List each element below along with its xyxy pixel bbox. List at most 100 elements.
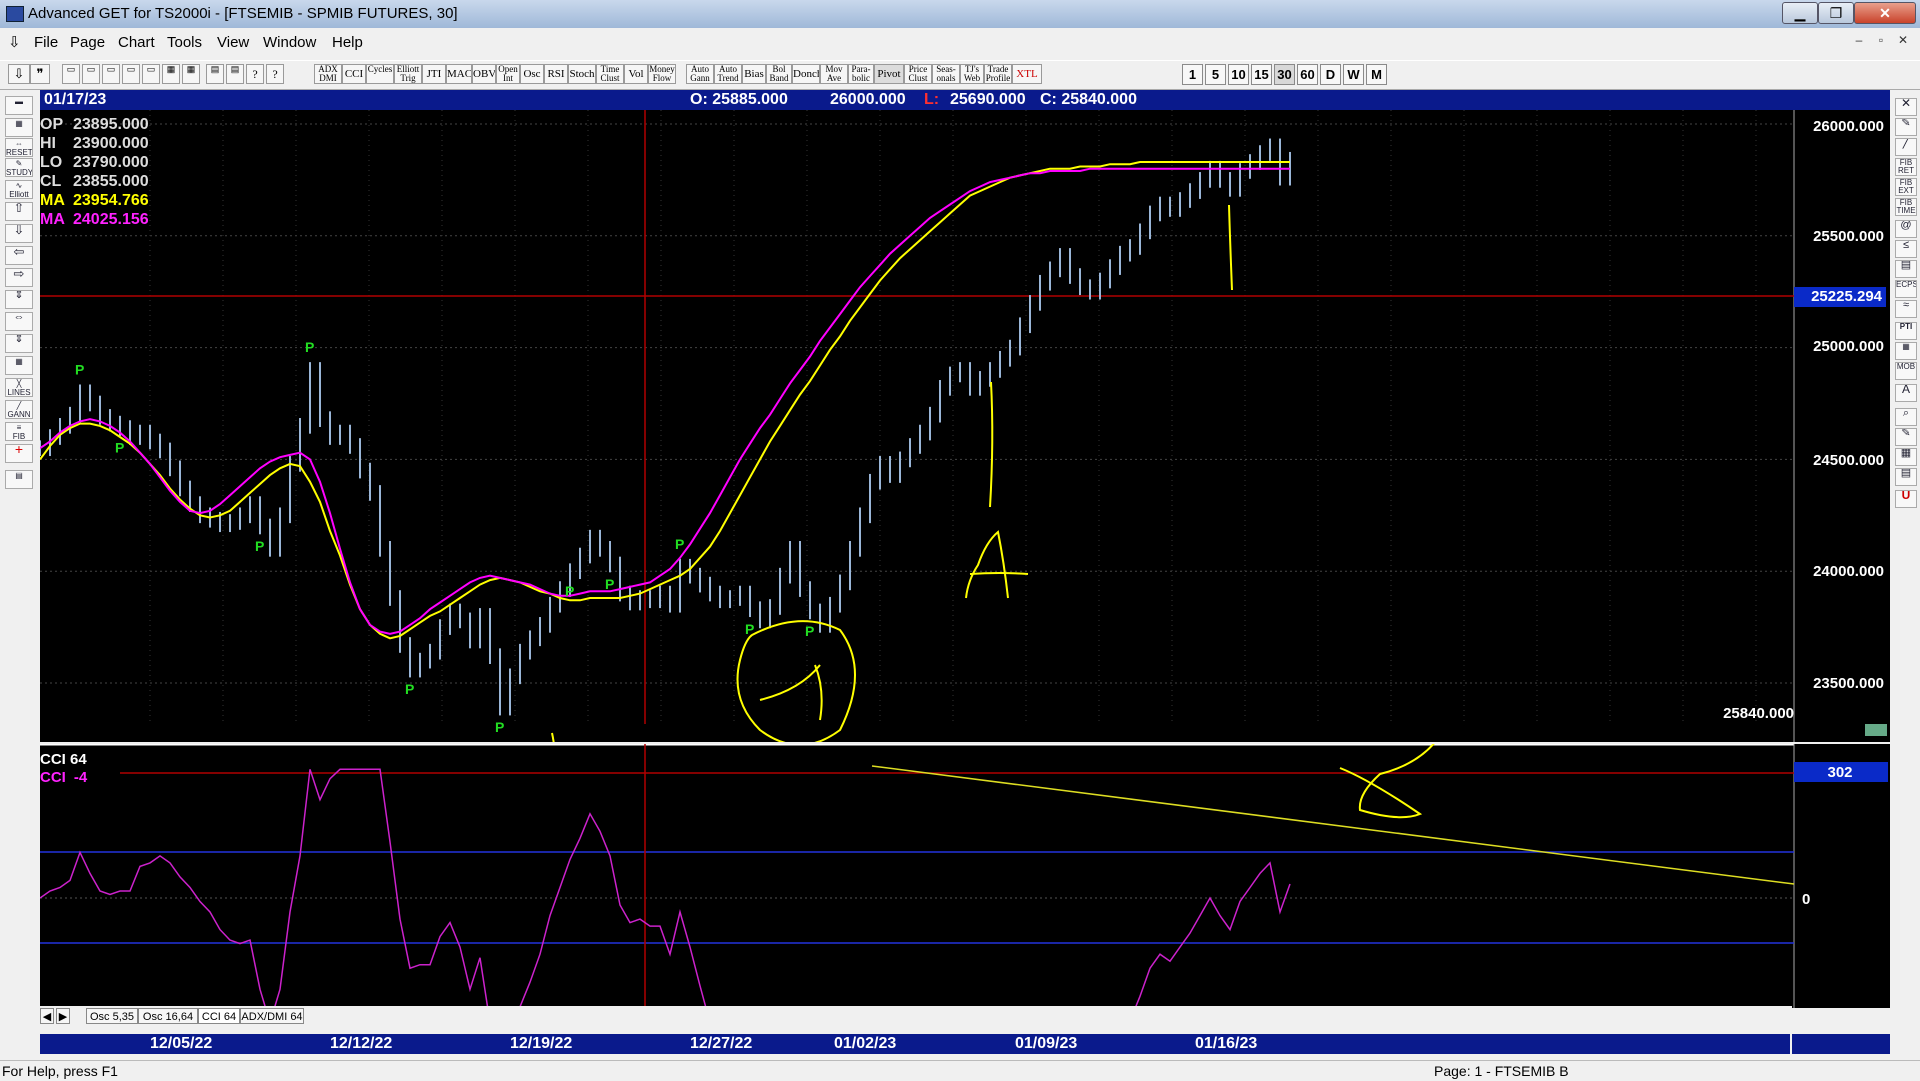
- study-button-xtl[interactable]: XTL: [1012, 64, 1042, 84]
- fan-icon[interactable]: ≤: [1895, 240, 1917, 258]
- print-preview-icon[interactable]: ▤: [226, 64, 244, 84]
- scale-grip-icon[interactable]: [1865, 724, 1887, 736]
- menu-window[interactable]: Window: [263, 34, 316, 51]
- timeframe-button-d[interactable]: D: [1320, 64, 1341, 85]
- help-icon[interactable]: ?: [246, 64, 264, 84]
- fib-tool[interactable]: ≡ FIB: [5, 422, 33, 441]
- arrow-left-icon[interactable]: ⇦: [5, 246, 33, 265]
- compress-icon[interactable]: ⇔: [5, 312, 33, 331]
- tab-adx-dmi-64[interactable]: ADX/DMI 64: [240, 1008, 304, 1024]
- tile-icon[interactable]: ▦: [162, 64, 180, 84]
- menu-view[interactable]: View: [217, 34, 249, 51]
- study-button-cycles[interactable]: Cycles: [366, 64, 394, 84]
- timeframe-button-m[interactable]: M: [1366, 64, 1387, 85]
- reset-tool[interactable]: ⇔ RESET: [5, 138, 33, 157]
- cci-indicator-panel[interactable]: CCI 64 CCI -4 302 0: [40, 744, 1890, 1008]
- study-button-jti[interactable]: JTI: [422, 64, 446, 84]
- close-button[interactable]: ✕: [1854, 2, 1916, 24]
- doc-icon[interactable]: ⇩: [8, 33, 21, 51]
- gann-tool[interactable]: ╱ GANN: [5, 400, 33, 419]
- mdi-restore-button[interactable]: ▫: [1872, 33, 1890, 50]
- list-icon[interactable]: ▤: [1895, 468, 1917, 486]
- marker-icon[interactable]: ✎: [1895, 428, 1917, 446]
- timeframe-button-60[interactable]: 60: [1297, 64, 1318, 85]
- expand-icon[interactable]: ⇕: [5, 334, 33, 353]
- lines-tool[interactable]: ╳ LINES: [5, 378, 33, 397]
- study-button-stoch[interactable]: Stoch: [568, 64, 596, 84]
- wave-icon[interactable]: ≈: [1895, 300, 1917, 318]
- study-button-vol[interactable]: Vol: [624, 64, 648, 84]
- maximize-button[interactable]: ❐: [1818, 2, 1854, 24]
- study-button-auto-gann[interactable]: Auto Gann: [686, 64, 714, 84]
- study-button-pivot[interactable]: Pivot: [874, 64, 904, 84]
- grid-icon[interactable]: ▦: [182, 64, 200, 84]
- study-button-elliott-trig[interactable]: Elliott Trig: [394, 64, 422, 84]
- grid-right-icon[interactable]: ▦: [1895, 342, 1917, 360]
- menu-help[interactable]: Help: [332, 34, 363, 51]
- study-button-bol-band[interactable]: Bol Band: [766, 64, 792, 84]
- study-tool[interactable]: ✎ STUDY: [5, 158, 33, 177]
- study-button-seas-onals[interactable]: Seas-onals: [932, 64, 960, 84]
- mob-tool[interactable]: MOB: [1895, 362, 1917, 380]
- layout-icon[interactable]: ▭: [142, 64, 160, 84]
- pti-tool[interactable]: PTI: [1895, 322, 1917, 340]
- menu-chart[interactable]: Chart: [118, 34, 155, 51]
- study-button-obv[interactable]: OBV: [472, 64, 496, 84]
- fib-time-tool[interactable]: FIB TIME: [1895, 198, 1917, 216]
- open-icon[interactable]: ▭: [102, 64, 120, 84]
- study-button-time-clust[interactable]: Time Clust: [596, 64, 624, 84]
- study-button-price-clust[interactable]: Price Clust: [904, 64, 932, 84]
- study-button-trade-profile[interactable]: Trade Profile: [984, 64, 1012, 84]
- trendline-icon[interactable]: ╱: [1895, 138, 1917, 156]
- scale-icon[interactable]: ⇕: [5, 290, 33, 309]
- menu-tools[interactable]: Tools: [167, 34, 202, 51]
- study-button-tj-s-web[interactable]: TJ's Web: [960, 64, 984, 84]
- print-icon[interactable]: ▤: [206, 64, 224, 84]
- elliott-tool[interactable]: ∿ Elliott: [5, 180, 33, 199]
- menu-file[interactable]: File: [34, 34, 58, 51]
- fib-ret-tool[interactable]: FIB RET: [1895, 158, 1917, 176]
- magnet-icon[interactable]: U: [1895, 490, 1917, 508]
- timeframe-button-10[interactable]: 10: [1228, 64, 1249, 85]
- new-page-icon[interactable]: ▭: [62, 64, 80, 84]
- timeframe-button-15[interactable]: 15: [1251, 64, 1272, 85]
- study-button-adx-dmi[interactable]: ADX DMI: [314, 64, 342, 84]
- crosshair-icon[interactable]: +: [5, 444, 33, 463]
- timeframe-button-w[interactable]: W: [1343, 64, 1364, 85]
- study-button-mov-ave[interactable]: Mov Ave: [820, 64, 848, 84]
- copy-icon[interactable]: ▭: [82, 64, 100, 84]
- timeframe-button-30[interactable]: 30: [1274, 64, 1295, 85]
- folder-icon[interactable]: ▬: [5, 96, 33, 115]
- menu-page[interactable]: Page: [70, 34, 105, 51]
- quote-icon[interactable]: ❞: [30, 64, 50, 84]
- minimize-button[interactable]: ▁: [1782, 2, 1818, 24]
- mdi-close-button[interactable]: ✕: [1894, 33, 1912, 50]
- study-button-cci[interactable]: CCI: [342, 64, 366, 84]
- tab-scroll-right-icon[interactable]: ▶: [56, 1008, 70, 1024]
- spiral-icon[interactable]: @: [1895, 220, 1917, 238]
- grid-tool-icon[interactable]: ▦: [5, 356, 33, 375]
- tab-osc-16-64[interactable]: Osc 16,64: [138, 1008, 198, 1024]
- study-button-money-flow[interactable]: Money Flow: [648, 64, 676, 84]
- arrow-up-icon[interactable]: ⇧: [5, 202, 33, 221]
- ecps-tool[interactable]: ECPS: [1895, 280, 1917, 298]
- study-button-bias[interactable]: Bias: [742, 64, 766, 84]
- mdi-minimize-button[interactable]: –: [1850, 33, 1868, 50]
- refresh-icon[interactable]: ▭: [122, 64, 140, 84]
- arrow-down-icon[interactable]: ⇩: [5, 224, 33, 243]
- close-tool-icon[interactable]: ✕: [1895, 98, 1917, 116]
- study-button-donch[interactable]: Donch: [792, 64, 820, 84]
- context-help-icon[interactable]: ?: [266, 64, 284, 84]
- timeframe-button-5[interactable]: 5: [1205, 64, 1226, 85]
- calendar-icon[interactable]: ▦: [1895, 448, 1917, 466]
- zoom-icon[interactable]: ⌕: [1895, 408, 1917, 426]
- study-button-macd[interactable]: MACD: [446, 64, 472, 84]
- template-icon[interactable]: ▤: [5, 470, 33, 489]
- study-button-rsi[interactable]: RSI: [544, 64, 568, 84]
- study-button-osc[interactable]: Osc: [520, 64, 544, 84]
- pencil-icon[interactable]: ✎: [1895, 118, 1917, 136]
- fib-ext-tool[interactable]: FIB EXT: [1895, 178, 1917, 196]
- arrow-right-icon[interactable]: ⇨: [5, 268, 33, 287]
- study-button-auto-trend[interactable]: Auto Trend: [714, 64, 742, 84]
- study-button-open-int[interactable]: Open Int: [496, 64, 520, 84]
